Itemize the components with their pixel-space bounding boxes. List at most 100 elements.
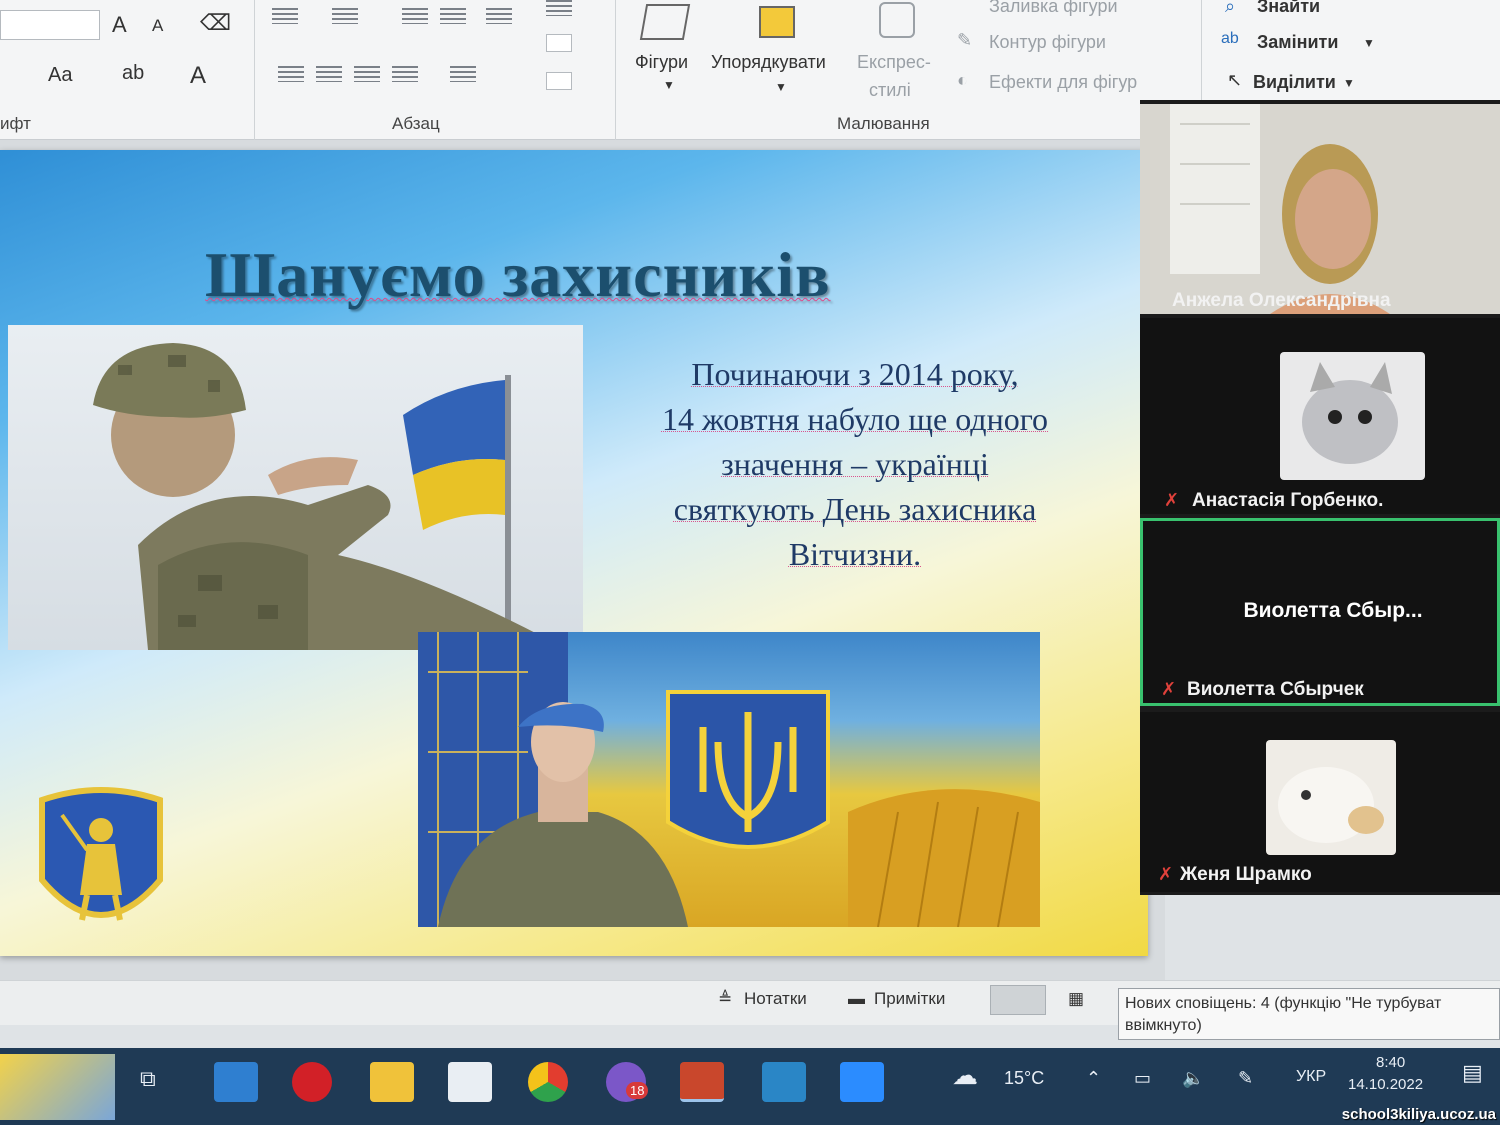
clear-format-icon[interactable]: ⌫ [200,10,231,36]
participant-avatar [1280,352,1425,480]
increase-indent-icon[interactable] [440,8,466,24]
notes-icon: ≜ [718,989,733,1008]
text-direction-icon[interactable] [546,34,572,52]
clock-time[interactable]: 8:40 [1376,1054,1405,1071]
drawing-group-label: Малювання [837,114,930,133]
chrome-icon[interactable] [528,1062,568,1102]
shapes-button[interactable]: Фігури [635,52,688,73]
quick-styles-label-2[interactable]: стилі [869,80,911,101]
watermark: school3kiliya.ucoz.ua [1341,1106,1496,1123]
numbering-icon[interactable] [332,8,358,24]
shape-outline-icon: ✎ [957,30,973,50]
select-dropdown-icon[interactable]: ▼ [1343,76,1355,90]
replace-icon: ab [1221,30,1239,47]
replace-button[interactable]: Замінити [1257,32,1338,53]
shape-effects-icon: ◐ [957,70,968,90]
participant-tile[interactable]: ✗ Женя Шрамко [1140,712,1500,892]
slide[interactable]: Шануємо захисників Починаючи з 2014 року… [0,150,1148,956]
shape-outline-button[interactable]: Контур фігури [989,32,1106,53]
participant-tile[interactable]: Анжела Олександрівна [1140,104,1500,314]
font-color-button[interactable]: A [190,62,206,90]
soldier-trident-image [418,632,1040,927]
notifications-icon[interactable]: ▤ [1462,1060,1483,1086]
weather-icon[interactable]: ☁ [952,1060,978,1091]
volume-icon[interactable]: 🔈 [1182,1068,1204,1089]
slide-sorter-icon[interactable]: ▦ [1068,989,1084,1009]
quick-styles-label-1[interactable]: Експрес- [857,52,931,73]
quick-styles-icon[interactable] [879,2,915,38]
bullets-icon[interactable] [272,8,298,24]
slide-body-text[interactable]: Починаючи з 2014 року, 14 жовтня набуло … [590,352,1120,577]
find-button[interactable]: Знайти [1257,0,1320,17]
muted-mic-icon: ✗ [1164,490,1180,510]
slide-title[interactable]: Шануємо захисників [205,238,831,312]
slide-text-line: значення – українці [721,446,989,482]
weather-temp[interactable]: 15°C [1004,1068,1044,1089]
notification-toast[interactable]: Нових сповіщень: 4 (функцію "Не турбуват… [1118,988,1500,1040]
normal-view-button[interactable] [990,985,1046,1015]
paragraph-group-label: Абзац [392,114,440,133]
find-icon: ⌕ [1225,0,1236,16]
clock-date[interactable]: 14.10.2022 [1348,1076,1423,1093]
align-center-icon[interactable] [316,66,342,82]
arrange-dropdown-icon[interactable]: ▼ [775,80,787,94]
participant-name: Виолетта Сбырчек [1187,679,1364,700]
replace-dropdown-icon[interactable]: ▼ [1363,36,1375,50]
pen-icon[interactable]: ✎ [1238,1068,1253,1089]
slide-text-line: Вітчизни. [788,536,922,572]
align-right-icon[interactable] [354,66,380,82]
justify-icon[interactable] [392,66,418,82]
select-cursor-icon: ↖ [1227,70,1243,90]
align-text-icon[interactable] [546,72,572,90]
cat-avatar-icon [1302,362,1398,464]
powerpoint-icon[interactable] [680,1062,724,1102]
slide-text-line: Починаючи з 2014 року, [691,356,1019,392]
font-size-up-button[interactable]: A [112,12,127,38]
font-size-down-button[interactable]: A [152,16,163,36]
drawing-group: Фігури ▼ Упорядкувати ▼ Експрес- стилі З… [617,0,1202,140]
select-button[interactable]: Виділити [1253,72,1336,93]
file-explorer-icon[interactable] [370,1062,414,1102]
comments-button[interactable]: Примітки [874,989,945,1009]
paragraph-group: Абзац [256,0,616,140]
change-case-button[interactable]: Aa [48,64,72,87]
viber-badge: 18 [626,1082,649,1099]
store-icon[interactable] [448,1062,492,1102]
columns-icon[interactable] [546,0,572,16]
shapes-icon[interactable] [639,4,691,40]
slide-text-line: святкують День захисника [673,491,1037,527]
saluting-soldier-image [93,343,568,650]
participant-tile-active[interactable]: Виолетта Сбыр... ✗ Виолетта Сбырчек [1140,518,1500,706]
shape-effects-button[interactable]: Ефекти для фігур [989,72,1137,93]
coat-of-arms-emblem[interactable] [22,780,180,940]
mail-icon[interactable] [214,1062,258,1102]
taskbar: ⧉ 18 ☁ 15°C ⌃ ▭ 🔈 ✎ УКР 8:40 14.10.2022 … [0,1048,1500,1125]
media-player-icon[interactable] [762,1062,806,1102]
language-indicator[interactable]: УКР [1296,1068,1326,1086]
line-spacing-icon[interactable] [486,8,512,24]
decrease-indent-icon[interactable] [402,8,428,24]
show-hidden-icons-icon[interactable]: ⌃ [1086,1068,1101,1089]
saluting-soldier-photo[interactable] [8,325,583,650]
highlight-icon[interactable]: ab [122,62,144,85]
font-name-box[interactable] [0,10,100,40]
task-view-icon[interactable]: ⧉ [140,1066,156,1092]
shape-fill-button[interactable]: Заливка фігури [989,0,1118,17]
zoom-icon[interactable] [840,1062,884,1102]
soldier-trident-photo[interactable] [418,632,1040,927]
participants-panel: Анжела Олександрівна ✗ Анастасія Горбенк… [1140,100,1500,895]
network-icon[interactable]: ▭ [1134,1068,1151,1089]
cossack-emblem-icon [39,787,163,921]
align-left-icon[interactable] [278,66,304,82]
opera-icon[interactable] [292,1062,332,1102]
participant-avatar [1266,740,1396,855]
column-layout-icon[interactable] [450,66,476,82]
arrange-icon[interactable] [759,6,795,38]
participant-tile[interactable]: ✗ Анастасія Горбенко. [1140,318,1500,514]
font-group: A A ⌫ Aa ab A ифт [0,0,255,140]
slide-text-line: 14 жовтня набуло ще одного [661,401,1049,437]
shapes-dropdown-icon[interactable]: ▼ [663,78,675,92]
notes-button[interactable]: Нотатки [744,989,807,1009]
arrange-button[interactable]: Упорядкувати [711,52,826,73]
desktop-thumbnail[interactable] [0,1054,115,1120]
